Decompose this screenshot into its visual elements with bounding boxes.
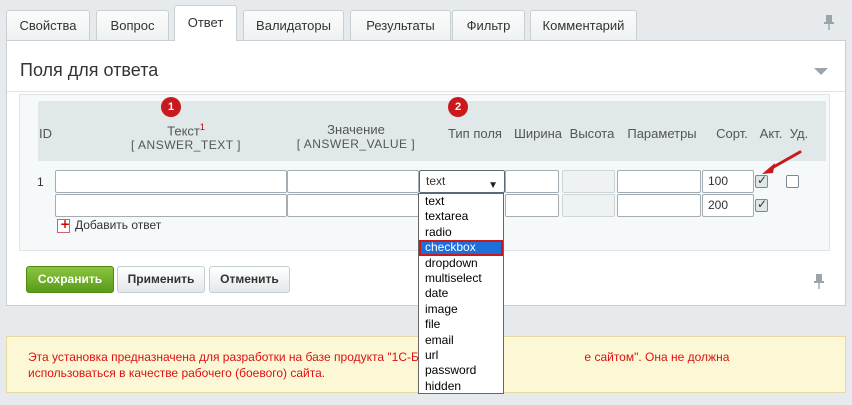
tab-answer[interactable]: Ответ <box>174 5 237 41</box>
option-multiselect[interactable]: multiselect <box>419 271 503 286</box>
save-button[interactable]: Сохранить <box>26 266 114 293</box>
answer-text-input[interactable] <box>55 170 287 193</box>
option-radio[interactable]: radio <box>419 225 503 240</box>
header-field-type: Тип поля <box>448 126 502 141</box>
header-id: ID <box>39 126 52 141</box>
option-password[interactable]: password <box>419 363 503 378</box>
red-arrow-icon <box>762 150 802 174</box>
tab-results[interactable]: Результаты <box>350 10 451 40</box>
pin-icon[interactable] <box>812 273 826 289</box>
header-sort: Сорт. <box>716 126 748 141</box>
width-input[interactable] <box>505 194 559 217</box>
tab-question[interactable]: Вопрос <box>96 10 169 40</box>
tab-filter[interactable]: Фильтр <box>452 10 525 40</box>
option-email[interactable]: email <box>419 333 503 348</box>
header-value: Значение [ ANSWER_VALUE ] <box>296 122 416 151</box>
parameters-input[interactable] <box>617 194 701 217</box>
answer-value-input[interactable] <box>287 170 419 193</box>
option-image[interactable]: image <box>419 302 503 317</box>
pin-icon[interactable] <box>822 14 836 30</box>
add-icon[interactable] <box>57 217 70 233</box>
option-date[interactable]: date <box>419 286 503 301</box>
tab-comment[interactable]: Комментарий <box>530 10 637 40</box>
header-text: Текст1 [ ANSWER_TEXT ] <box>131 122 241 153</box>
answer-text-input[interactable] <box>55 194 287 217</box>
field-type-select[interactable]: text ▼ <box>419 170 505 193</box>
row-id: 1 <box>37 175 44 189</box>
header-active: Акт. <box>759 126 783 141</box>
header-delete: Уд. <box>789 126 809 141</box>
option-textarea[interactable]: textarea <box>419 209 503 224</box>
sort-input[interactable]: 100 <box>702 170 754 193</box>
sort-input[interactable]: 200 <box>702 194 754 217</box>
header-height: Высота <box>569 126 615 141</box>
active-checkbox[interactable] <box>755 197 768 212</box>
header-width: Ширина <box>513 126 563 141</box>
add-answer-link[interactable]: Добавить ответ <box>75 218 161 232</box>
header-parameters: Параметры <box>627 126 697 141</box>
option-checkbox[interactable]: checkbox <box>419 240 503 256</box>
step-badge: 2 <box>448 97 468 117</box>
tab-validators[interactable]: Валидаторы <box>243 10 344 40</box>
width-input[interactable] <box>505 170 559 193</box>
answer-value-input[interactable] <box>287 194 419 217</box>
option-hidden[interactable]: hidden <box>419 379 503 394</box>
field-type-dropdown-list[interactable]: text textarea radio checkbox dropdown mu… <box>418 193 504 394</box>
tab-properties[interactable]: Свойства <box>6 10 90 40</box>
option-dropdown[interactable]: dropdown <box>419 256 503 271</box>
height-input <box>562 194 615 217</box>
option-file[interactable]: file <box>419 317 503 332</box>
divider <box>7 91 845 92</box>
step-badge: 1 <box>161 97 181 117</box>
apply-button[interactable]: Применить <box>117 266 205 293</box>
cancel-button[interactable]: Отменить <box>209 266 290 293</box>
option-url[interactable]: url <box>419 348 503 363</box>
parameters-input[interactable] <box>617 170 701 193</box>
option-text[interactable]: text <box>419 194 503 209</box>
panel-title: Поля для ответа <box>20 60 159 80</box>
height-input <box>562 170 615 193</box>
collapse-arrow-icon[interactable] <box>814 68 828 75</box>
